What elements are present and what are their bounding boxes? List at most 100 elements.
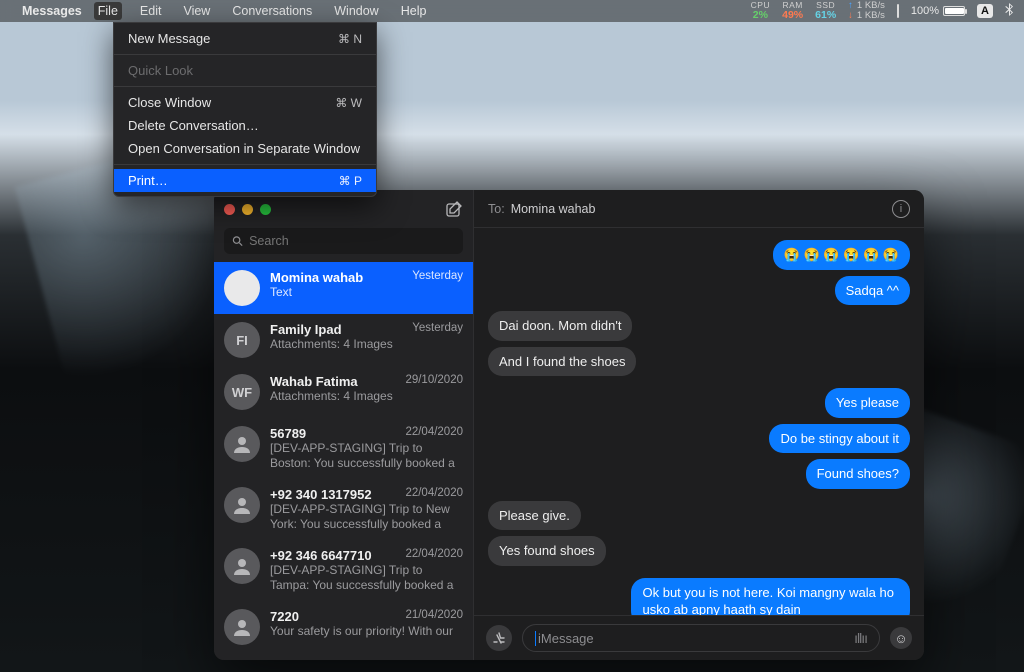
menu-item-print[interactable]: Print… ⌘ P	[114, 169, 376, 192]
menu-item-open-conversation-in-separate-window[interactable]: Open Conversation in Separate Window	[114, 137, 376, 160]
chat-pane: To: Momina wahab i 😭 😭 😭 😭 😭 😭 Sadqa ^^ Da…	[474, 190, 924, 660]
close-window-button[interactable]	[224, 204, 235, 215]
menu-item-label: Quick Look	[128, 63, 193, 78]
received-message[interactable]: Dai doon. Mom didn't	[488, 311, 632, 341]
avatar	[224, 487, 260, 523]
compose-row: iMessage ıllıı ☺	[474, 615, 924, 660]
message-list: 😭 😭 😭 😭 😭 😭 Sadqa ^^ Dai doon. Mom didn't A…	[474, 228, 924, 615]
to-label: To:	[488, 202, 505, 216]
avatar	[224, 426, 260, 462]
received-message[interactable]: Please give.	[488, 501, 581, 531]
menu-item-delete-conversation[interactable]: Delete Conversation…	[114, 114, 376, 137]
menu-item-shortcut: ⌘ N	[338, 32, 362, 46]
menu-window[interactable]: Window	[330, 2, 382, 20]
message-placeholder: iMessage	[538, 631, 854, 646]
conversation-name: Momina wahab	[270, 270, 363, 285]
sidebar: Momina wahabYesterdayTextFIFamily IpadYe…	[214, 190, 474, 660]
minimize-window-button[interactable]	[242, 204, 253, 215]
menu-item-label: Print…	[128, 173, 168, 188]
menu-item-label: Delete Conversation…	[128, 118, 259, 133]
menu-item-shortcut: ⌘ P	[339, 174, 362, 188]
conversation-preview: [DEV-APP-STAGING] Trip to New York: You …	[270, 502, 463, 532]
conversation-preview: Your safety is our priority! With our	[270, 624, 463, 639]
app-store-button[interactable]	[486, 625, 512, 651]
conversation-list: Momina wahabYesterdayTextFIFamily IpadYe…	[214, 262, 473, 660]
search-input[interactable]	[249, 234, 455, 248]
message-input[interactable]: iMessage ıllıı	[522, 624, 880, 652]
ram-stat: RAM 49%	[782, 1, 803, 21]
bluetooth-icon[interactable]	[1005, 3, 1014, 20]
received-message[interactable]: And I found the shoes	[488, 347, 636, 377]
sent-message[interactable]: Found shoes?	[806, 459, 910, 489]
conversation-time: 22/04/2020	[405, 548, 463, 563]
conversation-name: +92 340 1317952	[270, 487, 372, 502]
menu-file[interactable]: File	[94, 2, 122, 20]
mouse-icon	[897, 5, 899, 17]
conversation-item[interactable]: +92 340 1317952 22/04/2020[DEV-APP-STAGIN…	[214, 479, 473, 540]
chat-header: To: Momina wahab i	[474, 190, 924, 228]
conversation-time: 22/04/2020	[405, 487, 463, 502]
chat-recipient[interactable]: Momina wahab	[511, 202, 596, 216]
conversation-preview: [DEV-APP-STAGING] Trip to Boston: You su…	[270, 441, 463, 471]
compose-button[interactable]	[446, 201, 463, 218]
emoji-picker-button[interactable]: ☺	[890, 627, 912, 649]
menu-item-label: New Message	[128, 31, 210, 46]
avatar	[224, 609, 260, 645]
sent-message[interactable]: 😭 😭 😭 😭 😭 😭	[773, 240, 910, 270]
menu-item-new-message[interactable]: New Message ⌘ N	[114, 27, 376, 50]
search-icon	[232, 235, 243, 247]
menu-separator	[114, 164, 376, 165]
avatar	[224, 548, 260, 584]
conversation-item[interactable]: 56789 22/04/2020[DEV-APP-STAGING] Trip to…	[214, 418, 473, 479]
conversation-item[interactable]: WF Wahab Fatima 29/10/2020Attachments: 4 I…	[214, 366, 473, 418]
conversation-time: 21/04/2020	[405, 609, 463, 624]
audio-message-icon[interactable]: ıllıı	[854, 630, 867, 646]
cpu-value: 2%	[753, 10, 768, 21]
conversation-preview: [DEV-APP-STAGING] Trip to Tampa: You suc…	[270, 563, 463, 593]
conversation-item[interactable]: FIFamily IpadYesterdayAttachments: 4 Ima…	[214, 314, 473, 366]
conversation-name: 7220	[270, 609, 299, 624]
conversation-preview: Attachments: 4 Images	[270, 389, 463, 404]
app-name[interactable]: Messages	[22, 4, 82, 18]
menu-view[interactable]: View	[179, 2, 214, 20]
conversation-time: Yesterday	[412, 270, 463, 285]
conversation-item[interactable]: Momina wahab YesterdayText	[214, 262, 473, 314]
conversation-time: 29/10/2020	[405, 374, 463, 389]
received-message[interactable]: Yes found shoes	[488, 536, 606, 566]
menu-separator	[114, 86, 376, 87]
menu-item-label: Close Window	[128, 95, 211, 110]
menu-item-quick-look: Quick Look	[114, 59, 376, 82]
menu-conversations[interactable]: Conversations	[228, 2, 316, 20]
menubar: Messages File Edit View Conversations Window…	[0, 0, 1024, 22]
menu-edit[interactable]: Edit	[136, 2, 166, 20]
conversation-name: 56789	[270, 426, 306, 441]
menu-separator	[114, 54, 376, 55]
input-source-badge[interactable]: A	[977, 4, 993, 18]
avatar: FI	[224, 322, 260, 358]
sent-message[interactable]: Sadqa ^^	[835, 276, 910, 306]
conversation-preview: Text	[270, 285, 463, 300]
search-field[interactable]	[224, 228, 463, 254]
conversation-name: +92 346 6647710	[270, 548, 372, 563]
sent-message[interactable]: Ok but you is not here. Koi mangny wala …	[631, 578, 910, 615]
file-menu-dropdown: New Message ⌘ N Quick Look Close Window⌘ W D…	[113, 22, 377, 197]
conversation-name: Wahab Fatima	[270, 374, 358, 389]
details-button[interactable]: i	[892, 200, 910, 218]
net-down: 1 KB/s	[857, 11, 885, 21]
menu-item-close-window[interactable]: Close Window⌘ W	[114, 91, 376, 114]
zoom-window-button[interactable]	[260, 204, 271, 215]
sent-message[interactable]: Do be stingy about it	[769, 424, 910, 454]
battery-status[interactable]: 100%	[911, 5, 965, 17]
messages-window: Momina wahabYesterdayTextFIFamily IpadYe…	[214, 190, 924, 660]
menu-help[interactable]: Help	[397, 2, 431, 20]
sent-message[interactable]: Yes please	[825, 388, 910, 418]
conversation-time: 22/04/2020	[405, 426, 463, 441]
conversation-item[interactable]: 7220 21/04/2020Your safety is our priorit…	[214, 601, 473, 653]
conversation-item[interactable]: +92 346 6647710 22/04/2020[DEV-APP-STAGIN…	[214, 540, 473, 601]
avatar: WF	[224, 374, 260, 410]
ram-value: 49%	[782, 10, 803, 21]
conversation-time: Yesterday	[412, 322, 463, 337]
battery-percent: 100%	[911, 5, 939, 17]
menu-item-label: Open Conversation in Separate Window	[128, 141, 360, 156]
conversation-preview: Attachments: 4 Images	[270, 337, 463, 352]
